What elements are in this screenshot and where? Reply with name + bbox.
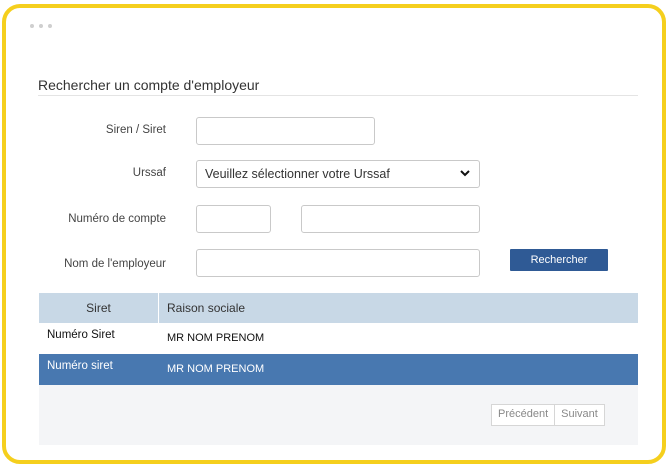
chevron-down-icon	[459, 167, 471, 182]
urssaf-label: Urssaf	[132, 167, 166, 179]
account-number-label: Numéro de compte	[68, 213, 166, 225]
search-button[interactable]: Rechercher	[510, 249, 608, 271]
table-row[interactable]: Numéro Siret MR NOM PRENOM	[39, 323, 638, 354]
window-controls	[30, 24, 52, 28]
cell-raison-sociale: MR NOM PRENOM	[167, 332, 265, 344]
title-divider	[38, 95, 638, 96]
window-dot-icon	[30, 24, 34, 28]
urssaf-select[interactable]: Veuillez sélectionner votre Urssaf	[196, 160, 480, 188]
window-dot-icon	[48, 24, 52, 28]
column-header-siret[interactable]: Siret	[39, 293, 159, 323]
account-number-input-1[interactable]	[196, 205, 271, 233]
table-header: Siret Raison sociale	[39, 293, 638, 323]
table-row-selected[interactable]: Numéro siret MR NOM PRENOM	[39, 354, 638, 385]
next-page-button[interactable]: Suivant	[555, 405, 604, 425]
cell-siret: Numéro Siret	[47, 329, 115, 341]
previous-page-button[interactable]: Précédent	[492, 405, 554, 425]
account-number-input-2[interactable]	[301, 205, 480, 233]
siren-input[interactable]	[196, 117, 375, 145]
cell-raison-sociale: MR NOM PRENOM	[167, 363, 265, 375]
page-title: Rechercher un compte d'employeur	[38, 77, 260, 93]
siren-label: Siren / Siret	[105, 124, 166, 136]
employer-name-input[interactable]	[196, 249, 480, 277]
urssaf-selected-value: Veuillez sélectionner votre Urssaf	[205, 167, 390, 181]
column-header-raison-sociale[interactable]: Raison sociale	[167, 293, 245, 323]
window-dot-icon	[39, 24, 43, 28]
employer-name-label: Nom de l'employeur	[64, 258, 166, 270]
cell-siret: Numéro siret	[47, 360, 113, 372]
pagination: Précédent Suivant	[491, 404, 605, 426]
